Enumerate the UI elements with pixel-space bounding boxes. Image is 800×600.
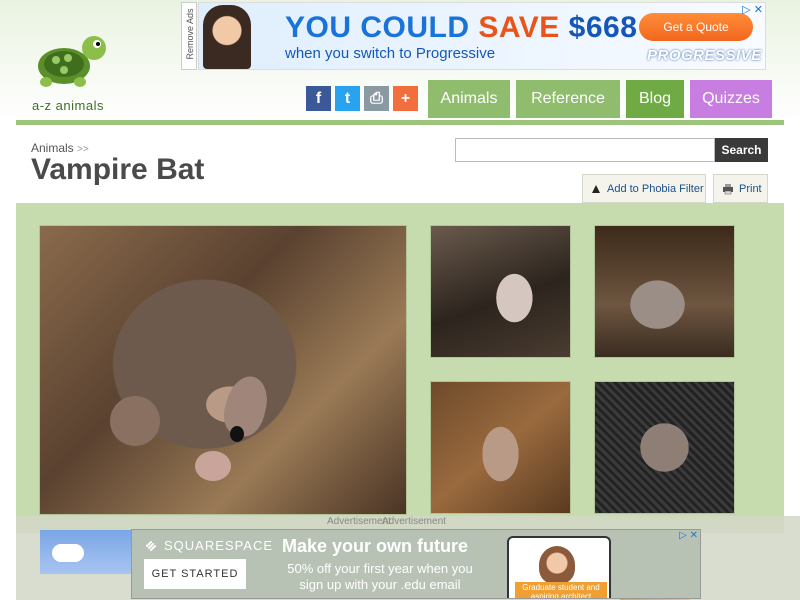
ad-headline-part: YOU COULD — [285, 11, 479, 44]
photo-detail — [230, 426, 244, 442]
social-share-bar: f t ⎙ + — [306, 86, 418, 111]
ad-headline-save: SAVE — [478, 11, 569, 44]
nav-animals[interactable]: Animals — [428, 80, 510, 118]
header-divider — [16, 120, 784, 125]
page-title: Vampire Bat — [31, 153, 205, 186]
logo-text[interactable]: a-z animals — [32, 98, 104, 113]
ad-person-image — [203, 5, 251, 69]
phone-person-image — [539, 546, 575, 584]
print-share-icon[interactable]: ⎙ — [364, 86, 389, 111]
squarespace-icon — [146, 540, 156, 551]
phobia-filter-label: Add to Phobia Filter — [607, 182, 704, 195]
get-started-button[interactable]: GET STARTED — [144, 559, 246, 589]
ad-choices-icon[interactable]: ▷ ✕ — [742, 3, 763, 16]
ad-subline: when you switch to Progressive — [285, 45, 496, 62]
search-button[interactable]: Search — [715, 138, 768, 162]
nav-blog[interactable]: Blog — [626, 80, 684, 118]
nav-reference[interactable]: Reference — [516, 80, 620, 118]
facebook-icon[interactable]: f — [306, 86, 331, 111]
twitter-icon[interactable]: t — [335, 86, 360, 111]
ad-brand: PROGRESSIVE — [647, 47, 762, 64]
phone-caption: Graduate student and aspiring architect — [515, 582, 607, 598]
squarespace-logo-text: SQUARESPACE — [164, 538, 274, 553]
main-bat-photo[interactable] — [39, 225, 407, 515]
photo-detail — [110, 396, 160, 446]
bottom-banner-ad[interactable]: SQUARESPACE GET STARTED Make your own fu… — [131, 529, 701, 599]
phone-mockup-image: Graduate student and aspiring architect — [507, 536, 611, 598]
top-banner-ad[interactable]: YOU COULD SAVE $668 when you switch to P… — [198, 2, 766, 70]
photo-detail — [195, 451, 231, 481]
gallery-thumbnail-2[interactable] — [594, 225, 735, 358]
ad-choices-icon[interactable]: ▷ ✕ — [679, 530, 698, 541]
cloud-icon — [52, 544, 84, 562]
print-label: Print — [739, 182, 762, 195]
gallery-thumbnail-3[interactable] — [430, 381, 571, 514]
plus-share-icon[interactable]: + — [393, 86, 418, 111]
bottom-ad-image-left — [40, 530, 132, 574]
advertisement-label: Advertisement — [382, 516, 446, 527]
bottom-ad-subline: 50% off your first year when you sign up… — [287, 561, 473, 592]
gallery-thumbnail-4[interactable] — [594, 381, 735, 514]
gallery-thumbnail-1[interactable] — [430, 225, 571, 358]
phobia-filter-button[interactable]: Add to Phobia Filter — [582, 174, 706, 203]
remove-ads-link[interactable]: Remove Ads — [181, 2, 197, 70]
ad-headline: YOU COULD SAVE $668 — [285, 11, 637, 45]
squarespace-logo: SQUARESPACE — [144, 538, 273, 553]
turtle-icon — [38, 36, 106, 87]
site-logo[interactable] — [30, 30, 110, 92]
printer-icon — [723, 183, 733, 194]
photo-detail — [218, 371, 274, 441]
remove-ads-label: Remove Ads — [185, 8, 195, 60]
ad-headline-amount: $668 — [568, 11, 638, 44]
main-nav: Animals Reference Blog Quizzes — [428, 80, 772, 118]
search-input[interactable] — [455, 138, 715, 162]
photo-gallery — [16, 203, 784, 533]
print-button[interactable]: Print — [713, 174, 768, 203]
get-quote-button[interactable]: Get a Quote — [639, 13, 753, 41]
nav-quizzes[interactable]: Quizzes — [690, 80, 772, 118]
filter-icon — [592, 184, 600, 193]
bottom-ad-headline: Make your own future — [282, 536, 469, 556]
